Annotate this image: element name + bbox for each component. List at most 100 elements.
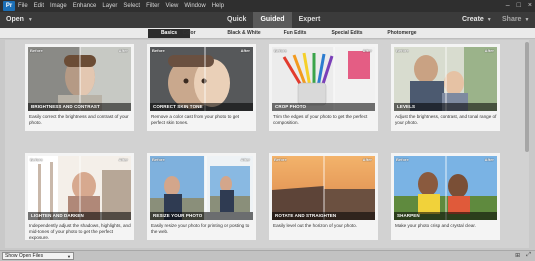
close-icon[interactable]: × (528, 0, 532, 12)
card-title: BRIGHTNESS AND CONTRAST (28, 103, 131, 111)
card-description: Easily correct the brightness and contra… (29, 114, 129, 125)
after-label: After (484, 48, 494, 53)
card-lighten-darken[interactable]: Before After LIGHTEN AND DARKEN Independ… (25, 153, 134, 240)
card-title: RESIZE YOUR PHOTO (150, 212, 253, 220)
card-correct-skin-tone[interactable]: Before After CORRECT SKIN TONE Remove a … (147, 44, 256, 131)
after-label: After (240, 48, 250, 53)
after-label: After (118, 157, 128, 162)
card-thumbnail: Before After ROTATE AND STRAIGHTEN (272, 156, 375, 220)
card-description: Trim the edges of your photo to get the … (273, 114, 368, 125)
menu-bar: Pr File Edit Image Enhance Layer Select … (0, 0, 535, 12)
card-rotate-straighten[interactable]: Before After ROTATE AND STRAIGHTEN Easil… (269, 153, 378, 240)
card-title: LEVELS (394, 103, 497, 111)
show-open-files-select[interactable]: Show Open Files ▼ (2, 252, 74, 260)
menu-filter[interactable]: Filter (146, 0, 159, 12)
card-crop-photo[interactable]: Before After CROP PHOTO Trim the edges o… (269, 44, 378, 131)
thumbnail-image (28, 47, 131, 111)
card-thumbnail: Before After LIGHTEN AND DARKEN (28, 156, 131, 220)
tab-special-edits[interactable]: Special Edits (327, 29, 367, 38)
card-description: Remove a color cast from your photo to g… (151, 114, 240, 125)
menu-window[interactable]: Window (184, 0, 205, 12)
after-label: After (240, 157, 250, 162)
open-label: Open (6, 16, 24, 23)
before-label: Before (30, 48, 43, 53)
card-description: Easily resize your photo for printing or… (151, 223, 250, 234)
card-description: Make your photo crisp and crystal clear. (395, 223, 476, 228)
thumbnail-image (394, 47, 497, 111)
after-label: After (362, 157, 372, 162)
scrollbar-thumb[interactable] (525, 42, 529, 152)
card-title: SHARPEN (394, 212, 497, 220)
menu-edit[interactable]: Edit (34, 0, 44, 12)
menu-help[interactable]: Help (212, 0, 224, 12)
create-label: Create (462, 16, 484, 23)
thumbnail-image (150, 156, 253, 220)
thumbnail-image (28, 156, 131, 220)
status-bar: Show Open Files ▼ ⊞ ⤢ (0, 250, 535, 261)
guided-edits-panel: Before After BRIGHTNESS AND CONTRAST Eas… (5, 40, 529, 248)
maximize-icon[interactable]: □ (517, 0, 521, 12)
card-brightness-contrast[interactable]: Before After BRIGHTNESS AND CONTRAST Eas… (25, 44, 134, 131)
card-title: CROP PHOTO (272, 103, 375, 111)
card-thumbnail: Before After LEVELS (394, 47, 497, 111)
thumbnail-image (272, 156, 375, 220)
card-thumbnail: Before After BRIGHTNESS AND CONTRAST (28, 47, 131, 111)
card-thumbnail: Before After SHARPEN (394, 156, 497, 220)
grid-icon[interactable]: ⊞ (515, 252, 520, 259)
select-value: Show Open Files (5, 253, 44, 259)
mode-quick[interactable]: Quick (220, 12, 253, 28)
mode-guided[interactable]: Guided (253, 12, 292, 28)
card-title: ROTATE AND STRAIGHTEN (272, 212, 375, 220)
card-resize-photo[interactable]: Before After RESIZE YOUR PHOTO Easily re… (147, 153, 256, 240)
minimize-icon[interactable]: – (506, 0, 510, 12)
share-button[interactable]: Share ▼ (502, 12, 529, 28)
menu-layer[interactable]: Layer (102, 0, 117, 12)
tab-color[interactable]: Color (174, 29, 204, 38)
chevron-down-icon: ▼ (486, 17, 492, 23)
menu-image[interactable]: Image (50, 0, 67, 12)
before-label: Before (152, 48, 165, 53)
after-label: After (484, 157, 494, 162)
menu-file[interactable]: File (18, 0, 28, 12)
share-label: Share (502, 16, 522, 23)
mode-switcher: Quick Guided Expert (220, 12, 327, 28)
chevron-down-icon: ▼ (27, 17, 33, 23)
expand-icon[interactable]: ⤢ (526, 252, 531, 259)
vertical-scrollbar[interactable] (525, 42, 529, 247)
card-description: Independently adjust the shadows, highli… (29, 223, 131, 240)
after-label: After (362, 48, 372, 53)
card-title: CORRECT SKIN TONE (150, 103, 253, 111)
card-description: Adjust the brightness, contrast, and ton… (395, 114, 497, 125)
after-label: After (118, 48, 128, 53)
thumbnail-image (394, 156, 497, 220)
card-title: LIGHTEN AND DARKEN (28, 212, 131, 220)
mode-bar: Open ▼ Quick Guided Expert Create ▼ Shar… (0, 12, 535, 28)
mode-expert[interactable]: Expert (292, 12, 328, 28)
before-label: Before (274, 48, 287, 53)
menu-view[interactable]: View (165, 0, 178, 12)
card-sharpen[interactable]: Before After SHARPEN Make your photo cri… (391, 153, 500, 240)
before-label: Before (396, 157, 409, 162)
card-thumbnail: Before After CORRECT SKIN TONE (150, 47, 253, 111)
chevron-down-icon: ▼ (524, 17, 530, 23)
before-label: Before (274, 157, 287, 162)
tab-black-white[interactable]: Black & White (222, 29, 266, 38)
before-label: Before (152, 157, 165, 162)
card-description: Easily level out the horizon of your pho… (273, 223, 358, 228)
card-thumbnail: Before After CROP PHOTO (272, 47, 375, 111)
tab-fun-edits[interactable]: Fun Edits (280, 29, 310, 38)
menu-select[interactable]: Select (123, 0, 140, 12)
card-levels[interactable]: Before After LEVELS Adjust the brightnes… (391, 44, 500, 131)
before-label: Before (396, 48, 409, 53)
create-button[interactable]: Create ▼ (462, 12, 492, 28)
menu-enhance[interactable]: Enhance (73, 0, 97, 12)
guided-category-tabs: Basics Color Black & White Fun Edits Spe… (0, 28, 535, 39)
tab-photomerge[interactable]: Photomerge (384, 29, 420, 38)
thumbnail-image (150, 47, 253, 111)
before-label: Before (30, 157, 43, 162)
thumbnail-image (272, 47, 375, 111)
open-button[interactable]: Open ▼ (6, 12, 33, 28)
app-logo-icon: Pr (3, 1, 15, 11)
chevron-down-icon: ▼ (67, 254, 71, 259)
card-thumbnail: Before After RESIZE YOUR PHOTO (150, 156, 253, 220)
